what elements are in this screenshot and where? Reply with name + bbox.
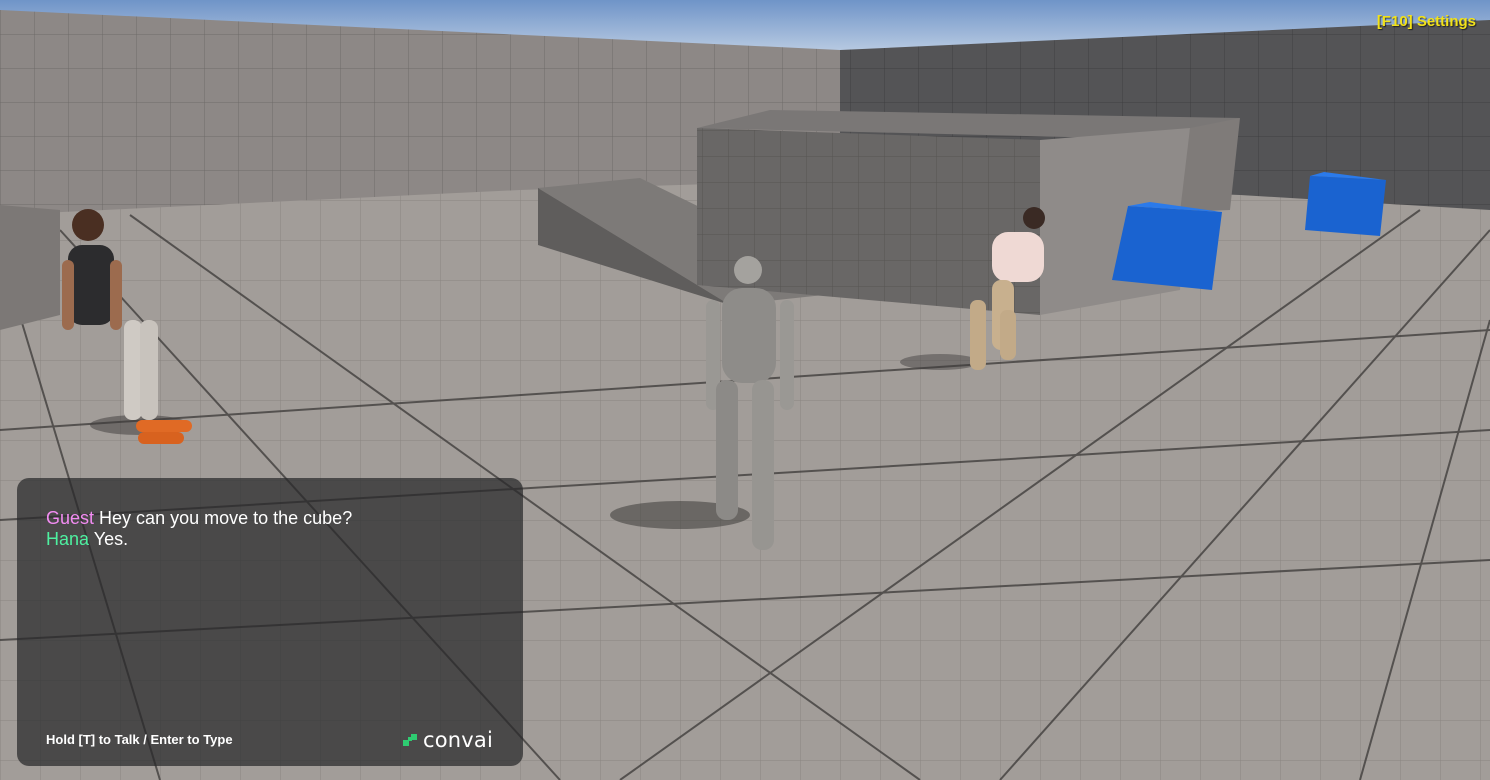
platform-front [697, 128, 1040, 315]
blue-cube-far [1305, 172, 1386, 236]
settings-hint[interactable]: [F10] Settings [1377, 13, 1476, 30]
convai-logo: convai [402, 728, 493, 752]
chat-message: Guest Hey can you move to the cube? [46, 508, 352, 529]
shadow-woman [900, 354, 980, 370]
side-wall [0, 205, 60, 330]
chat-message: Hana Yes. [46, 529, 352, 550]
speaker-name: Hana [46, 529, 90, 549]
convai-icon [402, 734, 417, 746]
talk-hint: Hold [T] to Talk / Enter to Type [46, 732, 233, 747]
blue-cube-near [1112, 202, 1222, 290]
convai-wordmark: convai [422, 728, 493, 752]
message-text: Yes. [93, 529, 129, 549]
chat-panel: Guest Hey can you move to the cube? Hana… [17, 478, 523, 766]
speaker-name: Guest [46, 508, 95, 528]
message-text: Hey can you move to the cube? [99, 508, 353, 528]
chat-log: Guest Hey can you move to the cube? Hana… [46, 508, 352, 550]
